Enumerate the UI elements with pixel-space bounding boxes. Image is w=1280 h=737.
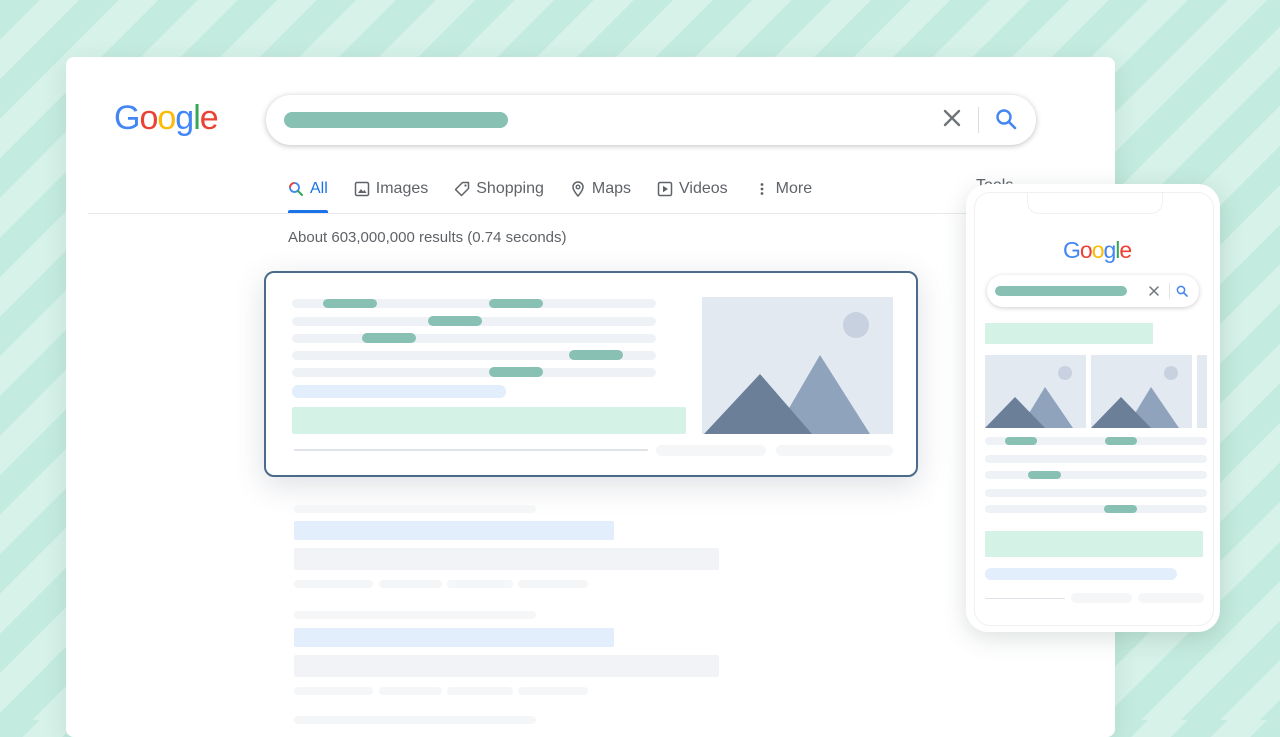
- mobile-screen: Google: [974, 192, 1214, 626]
- logo-letter: o: [1091, 237, 1105, 263]
- tag-icon: [455, 181, 470, 197]
- search-divider: [978, 107, 979, 133]
- logo-letter: G: [1063, 237, 1081, 263]
- tab-maps[interactable]: Maps: [570, 177, 631, 201]
- tab-label: More: [775, 180, 813, 197]
- search-query-placeholder[interactable]: [284, 112, 508, 128]
- logo-letter: G: [114, 99, 140, 137]
- featured-result-card[interactable]: [264, 271, 918, 477]
- highlight-mark: [1105, 437, 1137, 445]
- tab-images[interactable]: Images: [354, 177, 428, 201]
- image-icon: [354, 181, 370, 197]
- placeholder-line: [985, 505, 1207, 513]
- mobile-search-bar[interactable]: [987, 275, 1199, 307]
- placeholder-pill: [294, 687, 373, 695]
- placeholder-line: [294, 716, 536, 724]
- tab-more[interactable]: More: [754, 177, 812, 201]
- result-stats: About 603,000,000 results (0.74 seconds): [288, 229, 567, 246]
- placeholder-line: [292, 334, 656, 343]
- placeholder-pill: [1138, 593, 1204, 603]
- placeholder-pill: [656, 445, 766, 456]
- placeholder-line: [985, 455, 1207, 463]
- result-thumbnail: [702, 297, 893, 434]
- divider: [985, 598, 1065, 599]
- close-icon[interactable]: [938, 104, 966, 132]
- placeholder-line: [294, 505, 536, 513]
- tab-videos[interactable]: Videos: [657, 177, 728, 201]
- logo-letter: e: [1119, 237, 1132, 263]
- placeholder-pill: [776, 445, 893, 456]
- image-thumbnail[interactable]: [1091, 355, 1192, 428]
- placeholder-line: [292, 368, 656, 377]
- logo-letter: o: [1079, 237, 1093, 263]
- result-url-placeholder[interactable]: [292, 385, 506, 398]
- image-thumbnail[interactable]: [985, 355, 1086, 428]
- highlight-mark: [1028, 471, 1061, 479]
- play-icon: [657, 181, 673, 197]
- result-link-placeholder[interactable]: [294, 521, 614, 540]
- logo-letter: g: [175, 99, 194, 137]
- more-vert-icon: [760, 183, 764, 195]
- result-snippet-placeholder: [294, 655, 719, 677]
- phone-notch: [1027, 193, 1163, 214]
- result-link-placeholder[interactable]: [294, 628, 614, 647]
- logo-letter: e: [199, 99, 219, 137]
- search-query-placeholder[interactable]: [995, 286, 1127, 296]
- map-pin-icon: [572, 181, 584, 197]
- highlight-mark: [1005, 437, 1037, 445]
- highlight-mark: [362, 333, 416, 343]
- search-bar[interactable]: [266, 95, 1036, 145]
- result-title-placeholder[interactable]: [985, 323, 1153, 344]
- placeholder-pill: [1071, 593, 1132, 603]
- result-title-placeholder[interactable]: [292, 407, 686, 434]
- tab-label: Maps: [591, 180, 631, 197]
- mobile-phone-frame: Google: [966, 184, 1220, 632]
- placeholder-line: [294, 611, 536, 619]
- highlight-mark: [1104, 505, 1137, 513]
- image-placeholder-icon: [702, 297, 893, 434]
- google-logo[interactable]: Google: [114, 99, 219, 138]
- placeholder-pill: [294, 580, 373, 588]
- search-icon: [289, 182, 303, 196]
- placeholder-pill: [518, 687, 588, 695]
- highlight-mark: [428, 316, 482, 326]
- logo-letter: o: [139, 99, 158, 137]
- tab-label: Images: [375, 180, 429, 197]
- desktop-window: Google All Images Shopping Maps Videos M…: [66, 57, 1115, 737]
- tab-label: All: [310, 180, 328, 197]
- placeholder-pill: [518, 580, 588, 588]
- search-divider: [1169, 283, 1170, 299]
- placeholder-pill: [379, 687, 442, 695]
- search-tabs: All Images Shopping Maps Videos More: [288, 177, 812, 215]
- highlight-mark: [489, 367, 543, 377]
- logo-letter: g: [1103, 237, 1116, 263]
- placeholder-line: [985, 471, 1207, 479]
- result-snippet-placeholder: [294, 548, 719, 570]
- placeholder-pill: [447, 687, 513, 695]
- result-url-placeholder[interactable]: [985, 568, 1177, 580]
- placeholder-line: [985, 489, 1207, 497]
- tabs-divider: [88, 213, 1098, 214]
- image-placeholder-icon: [1091, 355, 1192, 428]
- tab-shopping[interactable]: Shopping: [454, 177, 544, 201]
- highlight-mark: [569, 350, 623, 360]
- result-snippet-block[interactable]: [985, 531, 1203, 557]
- google-logo[interactable]: Google: [1063, 237, 1132, 264]
- image-placeholder-icon: [985, 355, 1086, 428]
- logo-letter: o: [157, 99, 176, 137]
- highlight-mark: [323, 299, 377, 308]
- close-icon[interactable]: [1147, 284, 1161, 298]
- search-icon[interactable]: [1175, 284, 1189, 298]
- image-thumbnail-partial[interactable]: [1197, 355, 1207, 428]
- tab-label: Videos: [679, 180, 728, 197]
- search-icon[interactable]: [992, 105, 1020, 133]
- placeholder-pill: [447, 580, 513, 588]
- placeholder-pill: [379, 580, 442, 588]
- divider: [294, 449, 648, 451]
- highlight-mark: [489, 299, 543, 308]
- tab-all[interactable]: All: [288, 177, 328, 213]
- tab-label: Shopping: [476, 180, 544, 197]
